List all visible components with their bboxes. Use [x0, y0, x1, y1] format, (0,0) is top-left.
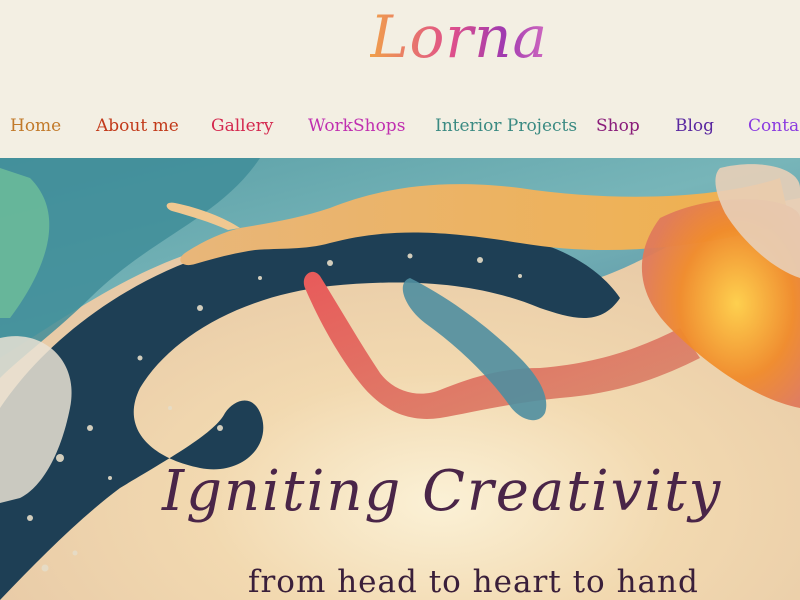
nav-item-workshops[interactable]: WorkShops [308, 112, 405, 140]
nav-item-home[interactable]: Home [10, 112, 61, 140]
nav-item-about-me[interactable]: About me [96, 112, 179, 140]
hero-artwork [0, 158, 800, 600]
nav-item-gallery[interactable]: Gallery [211, 112, 273, 140]
nav-item-contact[interactable]: Contact [748, 112, 800, 140]
nav-item-blog[interactable]: Blog [675, 112, 714, 140]
site-logo[interactable]: Lorna [370, 2, 548, 72]
nav-item-shop[interactable]: Shop [596, 112, 640, 140]
hero-subtitle: from head to heart to hand [248, 564, 699, 600]
hero-title: Igniting Creativity [162, 459, 723, 524]
nav-item-interior-projects[interactable]: Interior Projects [435, 112, 577, 140]
main-nav: Home About me Gallery WorkShops Interior… [0, 112, 800, 140]
hero-banner: Igniting Creativity from head to heart t… [0, 158, 800, 600]
site-header: Lorna Home About me Gallery WorkShops In… [0, 0, 800, 158]
